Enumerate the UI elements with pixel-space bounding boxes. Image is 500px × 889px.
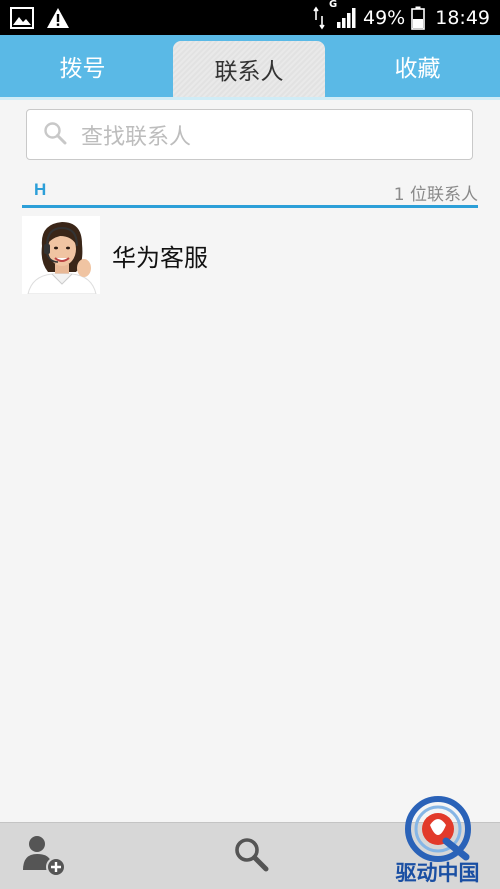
clock: 18:49 — [435, 6, 490, 29]
tab-contacts-label: 联系人 — [214, 59, 284, 85]
tab-bar: 拨号 联系人 收藏 — [0, 35, 500, 97]
tab-favorites-label: 收藏 — [394, 56, 441, 82]
tab-dialer-label: 拨号 — [59, 56, 106, 82]
section-letter: H — [34, 180, 47, 199]
search-input[interactable]: 查找联系人 — [26, 109, 473, 160]
contact-list-item[interactable]: 华为客服 — [22, 216, 478, 294]
battery-icon — [411, 6, 426, 30]
watermark-logo: 驱动中国 — [380, 795, 495, 885]
search-icon — [231, 834, 271, 878]
search-icon — [43, 121, 67, 149]
status-bar: G 49% 18:49 — [0, 0, 500, 35]
search-button[interactable] — [226, 831, 276, 881]
customer-service-avatar[interactable] — [22, 216, 100, 294]
section-divider — [22, 205, 478, 208]
watermark-text: 驱动中国 — [395, 861, 480, 885]
tab-contacts[interactable]: 联系人 — [173, 41, 325, 97]
image-icon — [10, 6, 34, 29]
signal-icon: G — [329, 0, 357, 29]
contact-name: 华为客服 — [112, 243, 208, 272]
network-type-label: G — [329, 0, 338, 10]
search-placeholder: 查找联系人 — [81, 124, 192, 150]
add-contact-button[interactable] — [18, 831, 68, 881]
sync-arrows-icon — [313, 6, 325, 30]
warning-icon — [46, 7, 70, 29]
add-contact-icon — [19, 830, 67, 882]
tab-divider — [0, 97, 500, 100]
tab-dialer[interactable]: 拨号 — [0, 35, 165, 97]
tab-favorites[interactable]: 收藏 — [335, 35, 500, 97]
battery-percent: 49% — [363, 6, 406, 29]
contact-section-header: H 1 位联系人 — [22, 176, 478, 208]
contact-count: 1 位联系人 — [393, 185, 478, 205]
